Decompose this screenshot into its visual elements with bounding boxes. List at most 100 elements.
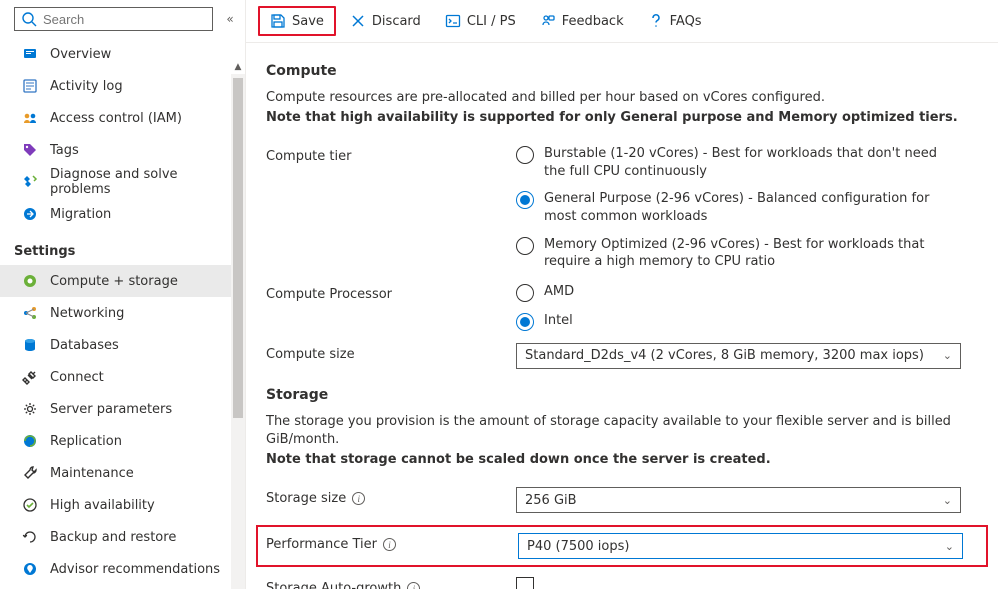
sidebar-item-label: Compute + storage [50,274,178,289]
compute-tier-label: Compute tier [266,145,516,164]
sidebar-item-advisor[interactable]: Advisor recommendations [0,553,245,585]
compute-tier-option-burstable[interactable]: Burstable (1-20 vCores) - Best for workl… [516,145,961,180]
sidebar-item-activity-log[interactable]: Activity log [0,70,245,102]
compute-tier-option-general-purpose[interactable]: General Purpose (2-96 vCores) - Balanced… [516,190,961,225]
sidebar-item-migration[interactable]: Migration [0,198,245,230]
radio-label: Burstable (1-20 vCores) - Best for workl… [544,145,961,180]
iam-icon [22,110,38,126]
sidebar-item-high-availability[interactable]: High availability [0,489,245,521]
search-icon [21,11,37,27]
sidebar-item-label: Databases [50,338,119,353]
scrollbar-up-icon[interactable]: ▲ [231,60,245,74]
sidebar-item-label: Maintenance [50,466,134,481]
storage-size-label: Storage size i [266,487,516,506]
cli-label: CLI / PS [467,14,516,29]
databases-icon [22,337,38,353]
scrollbar-thumb[interactable] [233,78,243,418]
cli-button[interactable]: CLI / PS [435,6,526,36]
migration-icon [22,206,38,222]
radio-icon [516,191,534,209]
feedback-icon [540,13,556,29]
discard-icon [350,13,366,29]
radio-icon [516,284,534,302]
tags-icon [22,142,38,158]
info-icon[interactable]: i [352,492,365,505]
sidebar-item-compute-storage[interactable]: Compute + storage [0,265,245,297]
compute-size-label: Compute size [266,343,516,362]
sidebar-item-replication[interactable]: Replication [0,425,245,457]
networking-icon [22,305,38,321]
compute-size-select[interactable]: Standard_D2ds_v4 (2 vCores, 8 GiB memory… [516,343,961,369]
sidebar-item-diagnose[interactable]: Diagnose and solve problems [0,166,245,198]
collapse-sidebar-button[interactable]: « [221,12,239,26]
search-box[interactable] [14,7,213,31]
storage-size-select[interactable]: 256 GiB ⌄ [516,487,961,513]
performance-tier-label: Performance Tier i [266,533,518,552]
sidebar-item-label: Diagnose and solve problems [50,167,231,197]
sidebar-item-label: Access control (IAM) [50,111,182,126]
save-label: Save [292,14,324,29]
info-icon[interactable]: i [383,538,396,551]
sidebar-item-label: Server parameters [50,402,172,417]
discard-button[interactable]: Discard [340,6,431,36]
select-value: Standard_D2ds_v4 (2 vCores, 8 GiB memory… [525,348,924,363]
chevron-down-icon: ⌄ [943,494,952,507]
compute-tier-radio-group: Burstable (1-20 vCores) - Best for workl… [516,145,961,270]
chevron-down-icon: ⌄ [943,349,952,362]
radio-label: General Purpose (2-96 vCores) - Balanced… [544,190,961,225]
faqs-label: FAQs [670,14,702,29]
performance-tier-select[interactable]: P40 (7500 iops) ⌄ [518,533,963,559]
sidebar-item-label: Connect [50,370,104,385]
sidebar: « Overview Activity log Access control (… [0,0,246,589]
discard-label: Discard [372,14,421,29]
compute-tier-option-memory-optimized[interactable]: Memory Optimized (2-96 vCores) - Best fo… [516,236,961,271]
replication-icon [22,433,38,449]
compute-processor-option-amd[interactable]: AMD [516,283,961,302]
overview-icon [22,46,38,62]
storage-autogrowth-label: Storage Auto-growth i [266,577,516,589]
sidebar-item-label: Tags [50,143,79,158]
storage-heading: Storage [266,387,978,403]
compute-storage-icon [22,273,38,289]
feedback-label: Feedback [562,14,624,29]
sidebar-item-connect[interactable]: Connect [0,361,245,393]
server-parameters-icon [22,401,38,417]
sidebar-item-label: Migration [50,207,111,222]
activity-log-icon [22,78,38,94]
content-area: Compute Compute resources are pre-alloca… [246,43,998,589]
advisor-icon [22,561,38,577]
sidebar-item-maintenance[interactable]: Maintenance [0,457,245,489]
compute-heading: Compute [266,63,978,79]
storage-autogrowth-checkbox[interactable] [516,577,534,589]
compute-processor-option-intel[interactable]: Intel [516,312,961,331]
radio-label: AMD [544,283,574,301]
question-icon [648,13,664,29]
connect-icon [22,369,38,385]
chevron-down-icon: ⌄ [945,540,954,553]
sidebar-item-server-parameters[interactable]: Server parameters [0,393,245,425]
sidebar-item-label: High availability [50,498,155,513]
compute-description: Compute resources are pre-allocated and … [266,89,978,107]
save-button[interactable]: Save [258,6,336,36]
sidebar-item-access-control[interactable]: Access control (IAM) [0,102,245,134]
sidebar-item-backup-restore[interactable]: Backup and restore [0,521,245,553]
radio-label: Intel [544,312,573,330]
compute-processor-label: Compute Processor [266,283,516,302]
sidebar-item-networking[interactable]: Networking [0,297,245,329]
feedback-button[interactable]: Feedback [530,6,634,36]
sidebar-item-databases[interactable]: Databases [0,329,245,361]
info-icon[interactable]: i [407,582,420,589]
sidebar-item-tags[interactable]: Tags [0,134,245,166]
sidebar-item-overview[interactable]: Overview [0,38,245,70]
sidebar-item-label: Activity log [50,79,123,94]
sidebar-scrollbar[interactable]: ▲ ▼ [231,74,245,589]
compute-processor-radio-group: AMD Intel [516,283,961,331]
sidebar-item-label: Backup and restore [50,530,176,545]
search-input[interactable] [43,12,206,27]
sidebar-item-label: Replication [50,434,122,449]
cli-icon [445,13,461,29]
sidebar-item-label: Advisor recommendations [50,562,220,577]
radio-label: Memory Optimized (2-96 vCores) - Best fo… [544,236,961,271]
performance-tier-highlight: Performance Tier i P40 (7500 iops) ⌄ [256,525,988,567]
faqs-button[interactable]: FAQs [638,6,712,36]
